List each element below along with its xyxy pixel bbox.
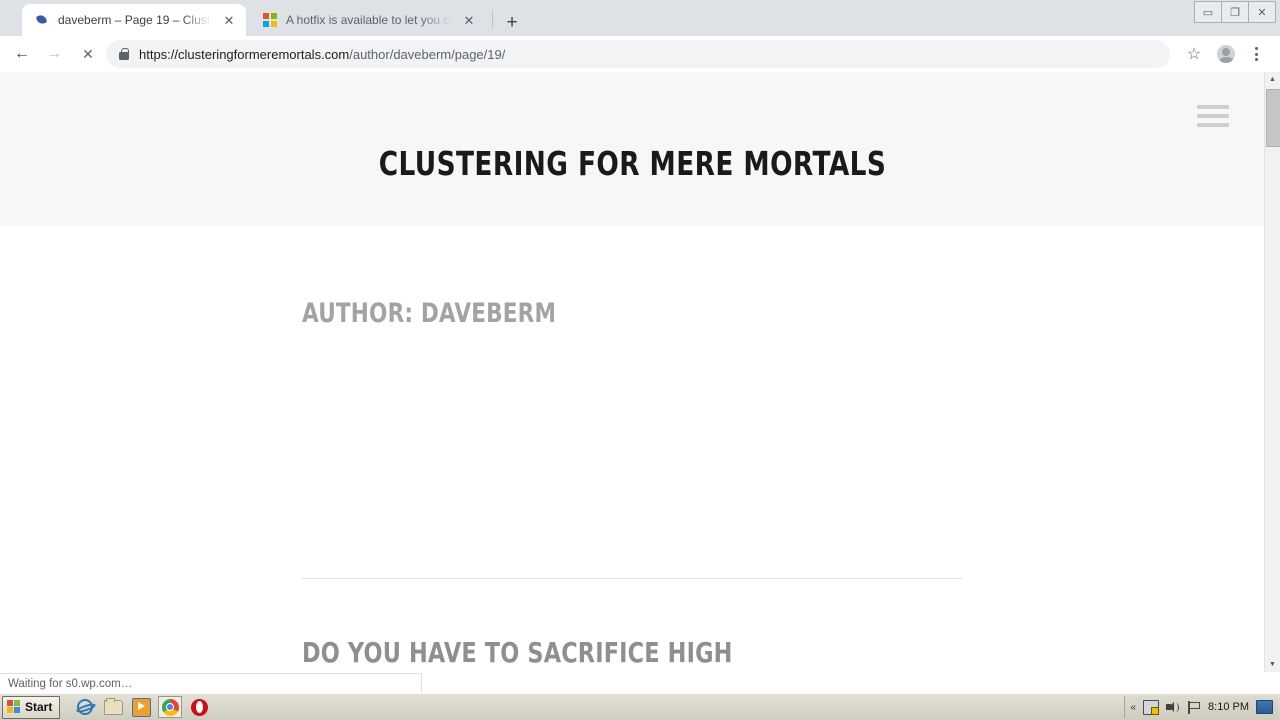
lock-icon xyxy=(118,47,130,61)
network-icon[interactable] xyxy=(1143,699,1160,715)
start-label: Start xyxy=(25,700,53,714)
scroll-down-icon[interactable]: ▼ xyxy=(1265,657,1280,672)
quick-launch-bar xyxy=(74,696,210,718)
post-title[interactable]: Do You Have to Sacrifice High Availabili… xyxy=(302,635,798,672)
profile-avatar[interactable] xyxy=(1214,42,1238,66)
browser-toolbar: ← → ✕ https://clusteringformeremortals.c… xyxy=(0,36,1280,73)
browser-tab-active[interactable]: daveberm – Page 19 – Clustering Fo ✕ xyxy=(22,4,246,36)
flag-icon[interactable] xyxy=(1187,700,1201,714)
address-bar[interactable]: https://clusteringformeremortals.com/aut… xyxy=(106,40,1170,68)
site-title[interactable]: Clustering For Mere Mortals xyxy=(127,144,1139,183)
page-title: Author: daveberm xyxy=(302,298,557,329)
opera-icon[interactable] xyxy=(188,697,210,717)
windows-logo-icon xyxy=(7,700,21,714)
back-icon[interactable]: ← xyxy=(10,42,34,66)
volume-icon[interactable] xyxy=(1166,701,1180,714)
file-explorer-icon[interactable] xyxy=(102,697,124,717)
minimize-button[interactable]: ▭ xyxy=(1194,1,1222,23)
screen: daveberm – Page 19 – Clustering Fo ✕ A h… xyxy=(0,0,1280,720)
chevron-expand-icon[interactable]: « xyxy=(1130,702,1136,713)
tab-title: A hotfix is available to let you config xyxy=(286,13,452,27)
internet-explorer-icon[interactable] xyxy=(74,697,96,717)
status-text: Waiting for s0.wp.com… xyxy=(8,678,133,690)
system-tray: « 8:10 PM xyxy=(1124,696,1278,718)
browser-window: daveberm – Page 19 – Clustering Fo ✕ A h… xyxy=(0,0,1280,694)
clock[interactable]: 8:10 PM xyxy=(1208,701,1249,713)
microsoft-icon xyxy=(262,12,278,28)
google-chrome-icon[interactable] xyxy=(158,696,183,718)
tab-strip: daveberm – Page 19 – Clustering Fo ✕ A h… xyxy=(0,0,1280,36)
page-viewport: Clustering For Mere Mortals Author: dave… xyxy=(0,72,1280,672)
close-icon[interactable]: ✕ xyxy=(220,11,238,29)
url-path: /author/daveberm/page/19/ xyxy=(349,46,506,62)
window-controls: ▭ ❐ ✕ xyxy=(1194,1,1276,23)
windows-media-player-icon[interactable] xyxy=(130,697,152,717)
hamburger-menu-icon[interactable] xyxy=(1197,105,1229,127)
show-desktop-icon[interactable] xyxy=(1256,700,1273,714)
scroll-up-icon[interactable]: ▲ xyxy=(1265,72,1280,87)
scrollbar-thumb[interactable] xyxy=(1266,89,1280,147)
tab-title: daveberm – Page 19 – Clustering Fo xyxy=(58,13,212,27)
browser-tab-inactive[interactable]: A hotfix is available to let you config … xyxy=(250,4,486,36)
windows-taskbar: Start « 8:10 PM xyxy=(0,693,1280,720)
new-tab-button[interactable]: + xyxy=(498,8,526,36)
url-origin: https://clusteringformeremortals.com xyxy=(139,46,350,62)
start-button[interactable]: Start xyxy=(2,695,61,719)
stop-loading-icon[interactable]: ✕ xyxy=(76,42,100,66)
page-scrollbar[interactable]: ▲ ▼ xyxy=(1264,72,1280,672)
divider xyxy=(302,578,962,579)
close-window-button[interactable]: ✕ xyxy=(1249,1,1276,23)
site-header: Clustering For Mere Mortals xyxy=(0,72,1265,226)
status-bar: Waiting for s0.wp.com… xyxy=(0,673,422,694)
chrome-menu-icon[interactable] xyxy=(1244,42,1268,66)
url-text: https://clusteringformeremortals.com/aut… xyxy=(139,47,505,62)
forward-icon[interactable]: → xyxy=(42,42,66,66)
bookmark-star-icon[interactable]: ☆ xyxy=(1182,42,1206,66)
restore-button[interactable]: ❐ xyxy=(1222,1,1249,23)
close-icon[interactable]: ✕ xyxy=(460,11,478,29)
wordpress-icon xyxy=(34,12,50,28)
tab-divider xyxy=(492,10,493,28)
web-page: Clustering For Mere Mortals Author: dave… xyxy=(0,72,1265,672)
archive-header: Author: daveberm xyxy=(302,298,962,329)
